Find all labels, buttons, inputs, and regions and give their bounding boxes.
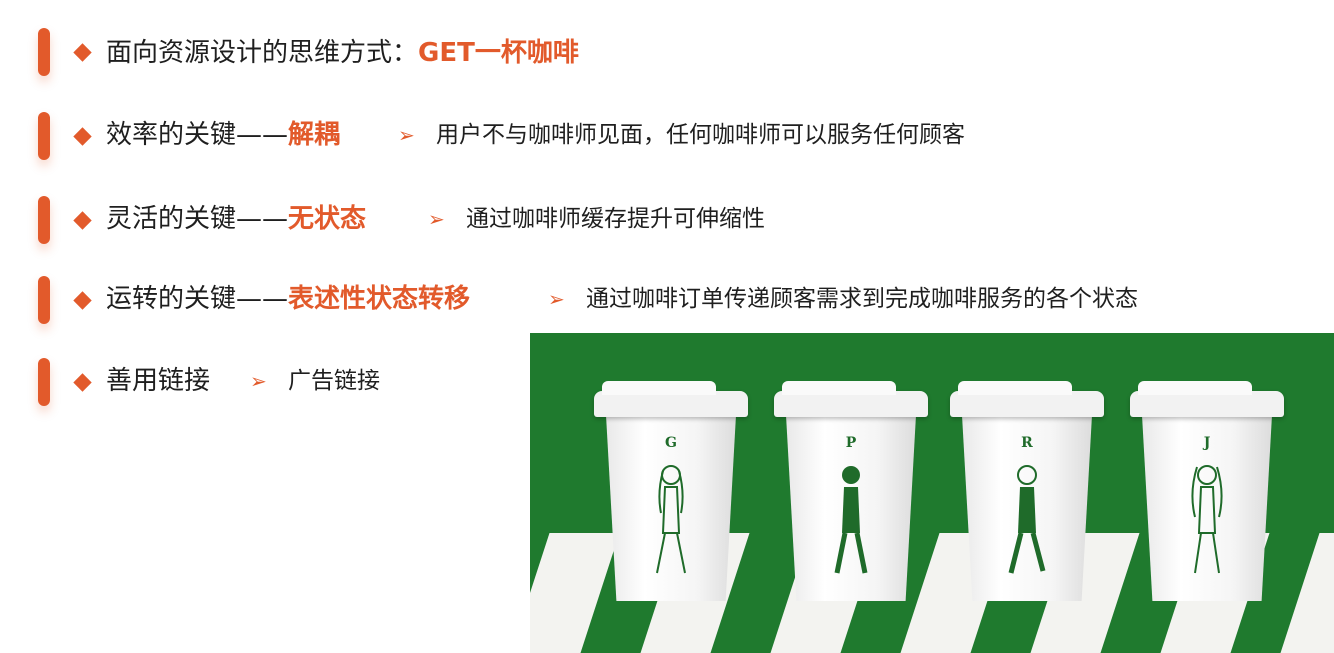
bullet-highlight: 无状态 [288,204,367,234]
accent-bar [38,276,50,324]
accent-bar [38,112,50,160]
coffee-cup: R [950,381,1104,601]
sub-arrow-icon: ➢ [398,123,415,147]
diamond-bullet-icon [73,127,92,146]
cup-letter: R [1021,435,1033,451]
bullet-main-text: 灵活的关键——无状态 [106,202,366,236]
coffee-cup: J [1130,381,1284,601]
bullet-sub-text: 通过咖啡师缓存提升可伸缩性 [466,206,765,232]
sub-arrow-icon: ➢ [428,207,445,231]
walking-figure-icon [651,453,691,583]
cup-letter: J [1203,435,1211,451]
bullet-highlight: 解耦 [288,120,341,150]
diamond-bullet-icon [73,43,92,62]
bullet-row-2: 效率的关键——解耦 ➢ 用户不与咖啡师见面，任何咖啡师可以服务任何顾客 [0,112,1334,162]
crosswalk-stripe [1280,533,1334,653]
bullet-highlight: 表述性状态转移 [288,284,471,314]
bullet-main-text: 运转的关键——表述性状态转移 [106,282,470,316]
diamond-bullet-icon [73,211,92,230]
cup-letter: G [665,435,677,451]
diamond-bullet-icon [73,291,92,310]
coffee-cup: G [594,381,748,601]
coffee-cup: P [774,381,928,601]
bullet-main-text: 效率的关键——解耦 [106,118,340,152]
diamond-bullet-icon [73,373,92,392]
accent-bar [38,28,50,76]
accent-bar [38,358,50,406]
bullet-sub-text: 广告链接 [288,368,380,394]
bullet-row-3: 灵活的关键——无状态 ➢ 通过咖啡师缓存提升可伸缩性 [0,196,1334,246]
walking-figure-icon [1187,453,1227,583]
bullet-row-4: 运转的关键——表述性状态转移 ➢ 通过咖啡订单传递顾客需求到完成咖啡服务的各个状… [0,276,1334,326]
bullet-row-1: 面向资源设计的思维方式：GET一杯咖啡 [0,28,1334,78]
bullet-label: 运转的关键—— [106,284,289,314]
accent-bar [38,196,50,244]
cup-letter: P [845,435,857,451]
bullet-main-text: 善用链接 [106,364,210,398]
bullet-label: 面向资源设计的思维方式： [106,38,419,68]
bullet-sub-text: 通过咖啡订单传递顾客需求到完成咖啡服务的各个状态 [586,286,1138,312]
bullet-label: 效率的关键—— [106,120,289,150]
walking-figure-icon [1007,453,1047,583]
bullet-highlight: GET一杯咖啡 [418,38,579,68]
sub-arrow-icon: ➢ [250,369,267,393]
bullet-sub-text: 用户不与咖啡师见面，任何咖啡师可以服务任何顾客 [436,122,965,148]
bullet-label: 灵活的关键—— [106,204,289,234]
bullet-main-text: 面向资源设计的思维方式：GET一杯咖啡 [106,36,579,70]
sub-arrow-icon: ➢ [548,287,565,311]
coffee-cups-photo: G P R J [530,333,1334,653]
bullet-label: 善用链接 [106,366,211,396]
walking-figure-icon [831,453,871,583]
